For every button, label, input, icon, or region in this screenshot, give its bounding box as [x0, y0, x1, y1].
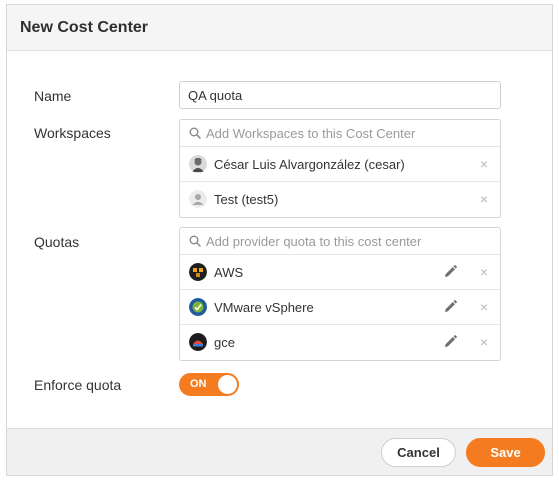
quota-provider-name: AWS [214, 265, 244, 280]
remove-icon[interactable]: × [480, 191, 488, 207]
pencil-icon[interactable] [442, 264, 458, 280]
toggle-state-text: ON [190, 378, 207, 390]
cancel-button[interactable]: Cancel [381, 438, 456, 467]
quota-provider-name: gce [214, 335, 235, 350]
quota-row: AWS × [180, 255, 500, 290]
quotas-search-row [180, 228, 500, 255]
remove-icon[interactable]: × [480, 299, 488, 315]
workspaces-list: César Luis Alvargonzález (cesar) × Test … [179, 119, 501, 218]
quotas-label: Quotas [34, 234, 80, 250]
workspaces-search-input[interactable] [206, 123, 486, 143]
user-photo-avatar [189, 155, 207, 173]
new-cost-center-dialog: New Cost Center Name Workspaces César Lu… [6, 4, 553, 476]
search-icon [189, 235, 201, 247]
search-icon [189, 127, 201, 139]
workspace-name: César Luis Alvargonzález (cesar) [214, 157, 405, 172]
quota-row: VMware vSphere × [180, 290, 500, 325]
toggle-knob [218, 375, 237, 394]
name-input[interactable] [179, 81, 501, 109]
dialog-title: New Cost Center [20, 19, 149, 36]
quota-row: gce × [180, 325, 500, 360]
remove-icon[interactable]: × [480, 264, 488, 280]
remove-icon[interactable]: × [480, 334, 488, 350]
save-button[interactable]: Save [466, 438, 545, 467]
remove-icon[interactable]: × [480, 156, 488, 172]
workspace-row: Test (test5) × [180, 182, 500, 217]
name-label: Name [34, 88, 72, 104]
workspace-row: César Luis Alvargonzález (cesar) × [180, 147, 500, 182]
aws-provider-icon [189, 263, 207, 281]
quota-provider-name: VMware vSphere [214, 300, 314, 315]
default-user-avatar [189, 190, 207, 208]
dialog-header: New Cost Center [7, 5, 552, 51]
quotas-list: AWS × VMware vSphere × [179, 227, 501, 361]
dialog-footer: Cancel Save [7, 428, 552, 475]
workspace-name: Test (test5) [214, 192, 279, 207]
enforce-quota-toggle[interactable]: ON [179, 373, 239, 396]
quotas-search-input[interactable] [206, 231, 486, 251]
pencil-icon[interactable] [442, 334, 458, 350]
enforce-quota-label: Enforce quota [34, 377, 122, 393]
workspaces-label: Workspaces [34, 125, 111, 141]
workspaces-search-row [180, 120, 500, 147]
gce-provider-icon [189, 333, 207, 351]
vmware-provider-icon [189, 298, 207, 316]
pencil-icon[interactable] [442, 299, 458, 315]
